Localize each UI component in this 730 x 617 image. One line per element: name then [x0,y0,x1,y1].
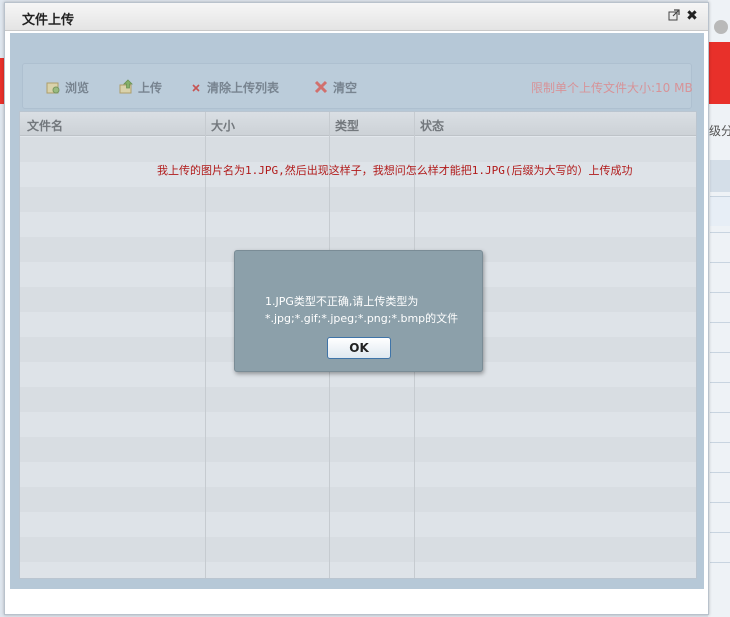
window-titlebar[interactable]: 文件上传 ✖ [5,3,708,31]
ok-button[interactable]: OK [327,337,391,359]
dialog-message: 1.JPG类型不正确,请上传类型为 *.jpg;*.gif;*.jpeg;*.p… [265,293,475,327]
background-tab-label: 级分 [709,124,730,138]
dialog-message-line2: *.jpg;*.gif;*.jpeg;*.png;*.bmp的文件 [265,312,459,325]
background-divider [710,532,730,533]
popout-icon[interactable] [667,9,681,23]
close-icon[interactable]: ✖ [685,8,699,24]
background-divider [710,562,730,563]
background-toolbar [710,160,730,192]
background-divider [710,322,730,323]
background-divider [710,292,730,293]
window-title: 文件上传 [22,13,75,28]
background-header-banner [708,42,730,104]
background-divider [710,382,730,383]
user-avatar-icon [714,20,728,34]
background-divider [710,232,730,233]
background-row [710,196,730,226]
background-divider [710,472,730,473]
user-question-annotation: 我上传的图片名为1.JPG,然后出现这样子，我想问怎么样才能把1.JPG(后缀为… [157,164,633,177]
dialog-message-line1: 1.JPG类型不正确,请上传类型为 [265,295,419,308]
background-divider [710,502,730,503]
background-divider [710,352,730,353]
background-divider [710,262,730,263]
background-divider [710,412,730,413]
background-divider [710,442,730,443]
file-type-error-dialog: 1.JPG类型不正确,请上传类型为 *.jpg;*.gif;*.jpeg;*.p… [234,250,483,372]
